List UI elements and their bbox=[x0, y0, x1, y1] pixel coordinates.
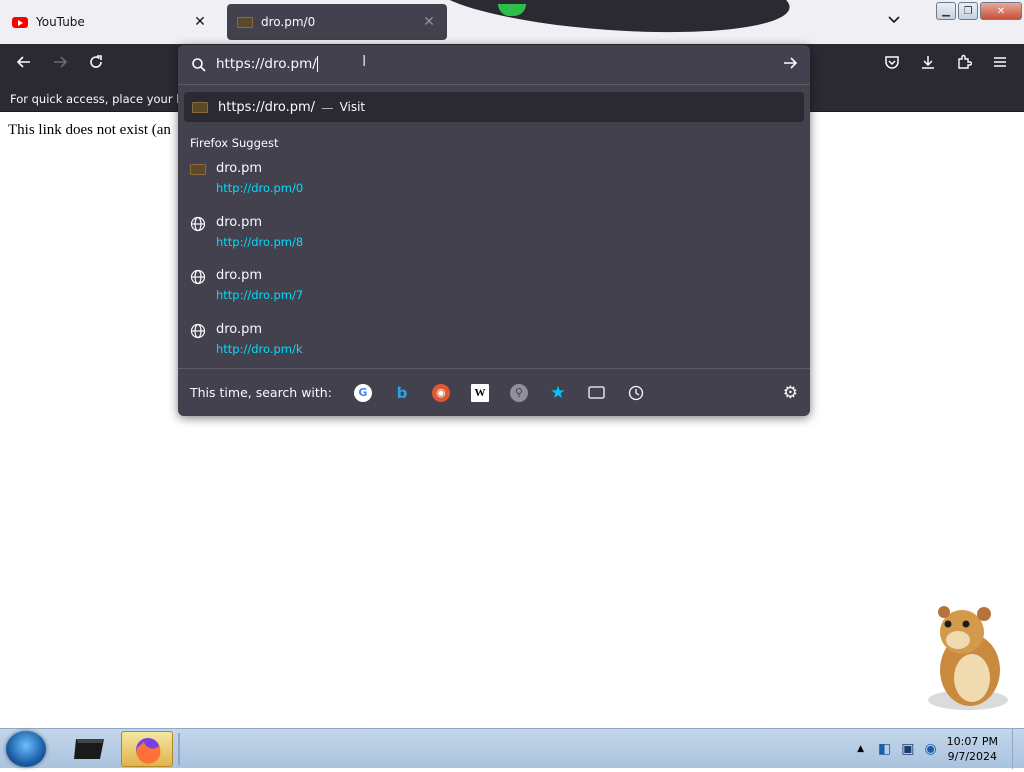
search-shortcuts-bar: This time, search with: G b ◉ W ⚲ ★ ⚙ bbox=[178, 369, 810, 416]
back-arrow-icon bbox=[16, 56, 30, 68]
history-clock-icon[interactable] bbox=[627, 384, 645, 402]
dro-favicon-icon bbox=[192, 101, 208, 113]
forward-button[interactable] bbox=[48, 54, 72, 76]
dro-favicon-icon bbox=[237, 16, 253, 28]
puzzle-icon bbox=[958, 54, 973, 69]
bing-icon[interactable]: b bbox=[393, 384, 411, 402]
taskbar-app-firefox[interactable] bbox=[121, 731, 173, 767]
extensions-button[interactable] bbox=[952, 54, 976, 76]
list-all-tabs-chevron-icon[interactable] bbox=[884, 12, 904, 32]
close-window-button[interactable]: ✕ bbox=[980, 2, 1022, 20]
visit-url-row[interactable]: https://dro.pm/ — Visit bbox=[184, 92, 804, 122]
system-tray: ▲ ◧ ▣ ◉ 10:07 PM 9/7/2024 bbox=[857, 729, 1024, 769]
taskbar-app-terminal[interactable] bbox=[64, 731, 116, 767]
suggestion-url: http://dro.pm/0 bbox=[216, 181, 304, 195]
tab-title: dro.pm/0 bbox=[261, 15, 316, 29]
tab-youtube[interactable]: YouTube ✕ bbox=[2, 4, 218, 40]
bookmarks-hint-text: For quick access, place your boo bbox=[10, 92, 198, 106]
taskbar-separator bbox=[178, 733, 180, 765]
visit-url: https://dro.pm/ bbox=[218, 99, 316, 115]
suggestion-row[interactable]: dro.pm http://dro.pm/8 bbox=[184, 207, 804, 257]
pocket-icon bbox=[885, 56, 899, 69]
firefox-suggest-label: Firefox Suggest bbox=[190, 136, 279, 150]
search-with-label: This time, search with: bbox=[190, 385, 332, 400]
close-tab-icon[interactable]: ✕ bbox=[421, 14, 437, 30]
search-engine-list: G b ◉ W ⚲ ★ bbox=[353, 383, 645, 403]
visit-action: Visit bbox=[339, 100, 366, 114]
clock-time: 10:07 PM bbox=[946, 735, 998, 748]
tab-title: YouTube bbox=[36, 15, 85, 29]
clock-date: 9/7/2024 bbox=[947, 750, 998, 763]
suggestion-url: http://dro.pm/7 bbox=[216, 288, 304, 302]
download-icon bbox=[922, 56, 934, 69]
downloads-button[interactable] bbox=[916, 54, 940, 76]
youtube-icon bbox=[12, 16, 28, 28]
search-engine-icon[interactable]: ⚲ bbox=[509, 383, 528, 402]
network-icon[interactable]: ▣ bbox=[901, 741, 914, 757]
search-icon bbox=[192, 58, 206, 72]
reload-button[interactable] bbox=[84, 54, 108, 76]
reload-icon bbox=[90, 55, 102, 68]
visit-separator: — bbox=[321, 99, 334, 115]
theme-decoration bbox=[427, 0, 793, 43]
suggestion-title: dro.pm bbox=[216, 215, 263, 230]
tabs-icon[interactable] bbox=[588, 384, 606, 402]
windows-taskbar: ▲ ◧ ▣ ◉ 10:07 PM 9/7/2024 bbox=[0, 728, 1024, 769]
app-menu-button[interactable] bbox=[988, 54, 1012, 76]
hamster-image bbox=[922, 602, 1012, 712]
dro-favicon-icon bbox=[190, 162, 206, 178]
suggestion-title: dro.pm bbox=[216, 268, 263, 283]
ibeam-cursor-icon: I bbox=[362, 52, 367, 70]
close-tab-icon[interactable]: ✕ bbox=[192, 14, 208, 30]
wikipedia-icon[interactable]: W bbox=[470, 383, 489, 402]
search-settings-gear-icon[interactable]: ⚙ bbox=[783, 383, 798, 403]
go-arrow-icon[interactable] bbox=[782, 55, 798, 75]
globe-icon bbox=[190, 216, 206, 232]
tray-app-icon[interactable]: ◧ bbox=[878, 741, 891, 757]
globe-icon bbox=[190, 269, 206, 285]
bookmarks-star-icon[interactable]: ★ bbox=[549, 383, 567, 403]
address-bar[interactable]: https://dro.pm/ I bbox=[178, 45, 810, 85]
address-input[interactable]: https://dro.pm/ bbox=[216, 56, 318, 72]
suggestion-row[interactable]: dro.pm http://dro.pm/7 bbox=[184, 260, 804, 310]
suggestion-title: dro.pm bbox=[216, 322, 263, 337]
duckduckgo-icon[interactable]: ◉ bbox=[431, 383, 450, 402]
minimize-button[interactable]: ▁ bbox=[936, 2, 956, 20]
forward-arrow-icon bbox=[54, 56, 68, 68]
show-hidden-icons-arrow[interactable]: ▲ bbox=[857, 744, 864, 754]
urlbar-dropdown: https://dro.pm/ I https://dro.pm/ — Visi… bbox=[178, 45, 810, 416]
address-input-value: https://dro.pm/ bbox=[216, 56, 317, 72]
tab-dro-pm[interactable]: dro.pm/0 ✕ bbox=[227, 4, 447, 40]
google-icon[interactable]: G bbox=[353, 383, 372, 402]
page-message: This link does not exist (an bbox=[8, 122, 171, 138]
suggestion-url: http://dro.pm/8 bbox=[216, 235, 304, 249]
suggestion-title: dro.pm bbox=[216, 161, 263, 176]
hamburger-menu-icon bbox=[994, 57, 1006, 67]
show-desktop-button[interactable] bbox=[1012, 729, 1024, 769]
pocket-button[interactable] bbox=[880, 54, 904, 76]
suggestion-row[interactable]: dro.pm http://dro.pm/0 bbox=[184, 153, 804, 203]
suggestion-url: http://dro.pm/k bbox=[216, 342, 303, 356]
system-clock[interactable]: 10:07 PM 9/7/2024 bbox=[947, 734, 998, 764]
window-controls: ▁ ❐ ✕ bbox=[936, 2, 1022, 20]
suggestion-row[interactable]: dro.pm http://dro.pm/k bbox=[184, 314, 804, 364]
tab-bar: YouTube ✕ dro.pm/0 ✕ ▁ ❐ ✕ bbox=[0, 0, 1024, 44]
restore-button[interactable]: ❐ bbox=[958, 2, 978, 20]
text-caret bbox=[316, 56, 318, 72]
volume-icon[interactable]: ◉ bbox=[924, 741, 936, 757]
globe-icon bbox=[190, 323, 206, 339]
back-button[interactable] bbox=[12, 54, 36, 76]
start-button[interactable] bbox=[6, 731, 46, 767]
